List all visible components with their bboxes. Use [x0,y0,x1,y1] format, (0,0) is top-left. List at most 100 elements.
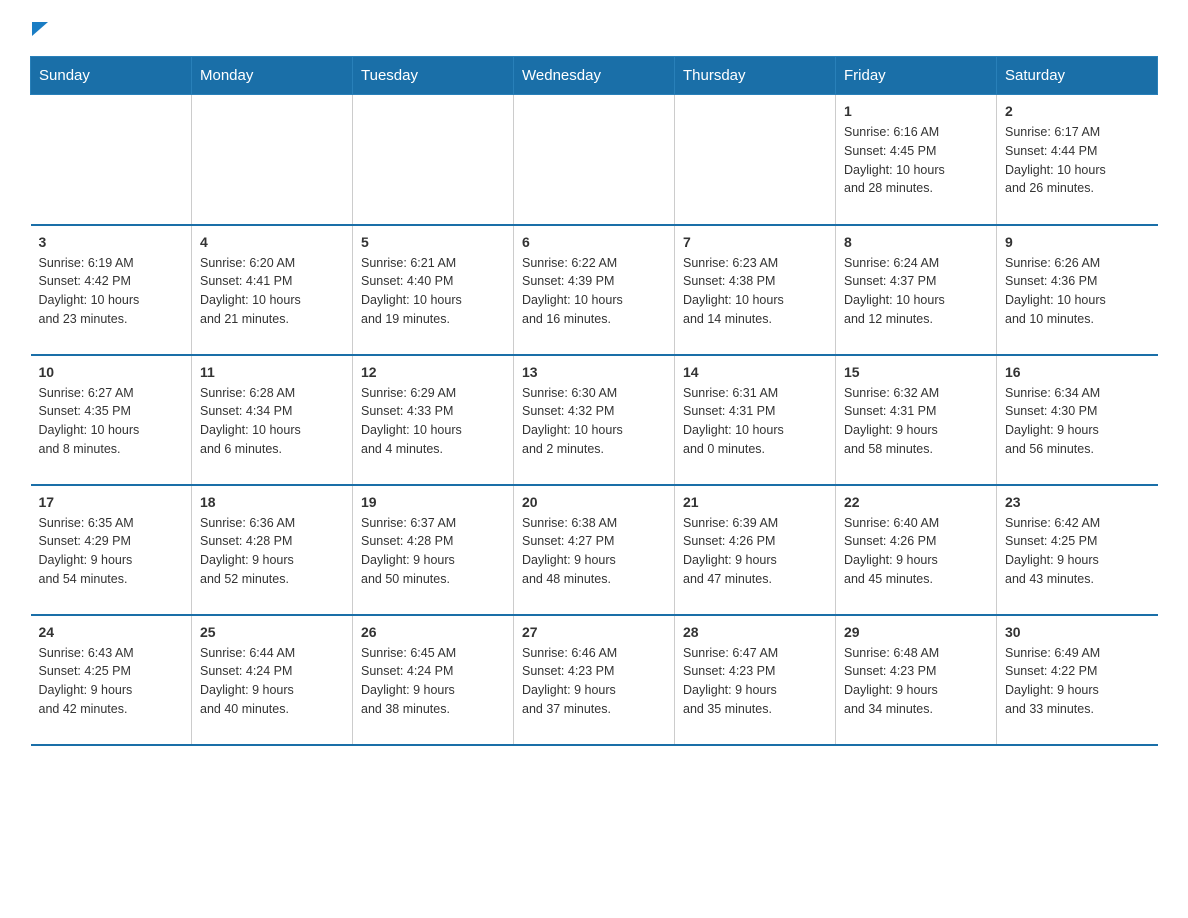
day-number: 18 [200,494,344,510]
day-number: 11 [200,364,344,380]
day-info: Sunrise: 6:19 AM Sunset: 4:42 PM Dayligh… [39,254,184,329]
calendar-cell: 21 Sunrise: 6:39 AM Sunset: 4:26 PM Dayli… [675,485,836,615]
calendar-cell: 20 Sunrise: 6:38 AM Sunset: 4:27 PM Dayli… [514,485,675,615]
calendar-cell: 17 Sunrise: 6:35 AM Sunset: 4:29 PM Dayli… [31,485,192,615]
calendar-cell [353,95,514,225]
calendar-cell: 24 Sunrise: 6:43 AM Sunset: 4:25 PM Dayli… [31,615,192,745]
calendar-cell [31,95,192,225]
day-info: Sunrise: 6:36 AM Sunset: 4:28 PM Dayligh… [200,514,344,589]
day-number: 19 [361,494,505,510]
calendar-cell: 27 Sunrise: 6:46 AM Sunset: 4:23 PM Dayli… [514,615,675,745]
day-number: 25 [200,624,344,640]
day-number: 3 [39,234,184,250]
calendar-table: SundayMondayTuesdayWednesdayThursdayFrid… [30,56,1158,746]
calendar-cell: 5 Sunrise: 6:21 AM Sunset: 4:40 PM Daylig… [353,225,514,355]
col-header-monday: Monday [192,57,353,95]
day-number: 8 [844,234,988,250]
calendar-cell: 1 Sunrise: 6:16 AM Sunset: 4:45 PM Daylig… [836,95,997,225]
calendar-cell [675,95,836,225]
day-number: 1 [844,103,988,119]
calendar-cell: 25 Sunrise: 6:44 AM Sunset: 4:24 PM Dayli… [192,615,353,745]
calendar-cell: 11Sunrise: 6:28 AM Sunset: 4:34 PM Dayli… [192,355,353,485]
calendar-header-row: SundayMondayTuesdayWednesdayThursdayFrid… [31,57,1158,95]
calendar-cell: 10 Sunrise: 6:27 AM Sunset: 4:35 PM Dayli… [31,355,192,485]
day-info: Sunrise: 6:48 AM Sunset: 4:23 PM Dayligh… [844,644,988,719]
day-number: 27 [522,624,666,640]
day-info: Sunrise: 6:37 AM Sunset: 4:28 PM Dayligh… [361,514,505,589]
day-number: 13 [522,364,666,380]
day-info: Sunrise: 6:44 AM Sunset: 4:24 PM Dayligh… [200,644,344,719]
calendar-cell: 30Sunrise: 6:49 AM Sunset: 4:22 PM Dayli… [997,615,1158,745]
calendar-cell: 12 Sunrise: 6:29 AM Sunset: 4:33 PM Dayli… [353,355,514,485]
calendar-cell: 2Sunrise: 6:17 AM Sunset: 4:44 PM Daylig… [997,95,1158,225]
calendar-week-row: 17 Sunrise: 6:35 AM Sunset: 4:29 PM Dayli… [31,485,1158,615]
day-info: Sunrise: 6:46 AM Sunset: 4:23 PM Dayligh… [522,644,666,719]
day-number: 22 [844,494,988,510]
calendar-cell: 15 Sunrise: 6:32 AM Sunset: 4:31 PM Dayli… [836,355,997,485]
calendar-week-row: 3 Sunrise: 6:19 AM Sunset: 4:42 PM Daylig… [31,225,1158,355]
col-header-tuesday: Tuesday [353,57,514,95]
calendar-cell: 29 Sunrise: 6:48 AM Sunset: 4:23 PM Dayli… [836,615,997,745]
day-info: Sunrise: 6:35 AM Sunset: 4:29 PM Dayligh… [39,514,184,589]
day-info: Sunrise: 6:29 AM Sunset: 4:33 PM Dayligh… [361,384,505,459]
calendar-week-row: 24 Sunrise: 6:43 AM Sunset: 4:25 PM Dayli… [31,615,1158,745]
calendar-cell: 18 Sunrise: 6:36 AM Sunset: 4:28 PM Dayli… [192,485,353,615]
day-number: 23 [1005,494,1150,510]
calendar-cell: 23 Sunrise: 6:42 AM Sunset: 4:25 PM Dayli… [997,485,1158,615]
calendar-cell: 26Sunrise: 6:45 AM Sunset: 4:24 PM Dayli… [353,615,514,745]
calendar-cell: 7Sunrise: 6:23 AM Sunset: 4:38 PM Daylig… [675,225,836,355]
day-info: Sunrise: 6:38 AM Sunset: 4:27 PM Dayligh… [522,514,666,589]
day-number: 7 [683,234,827,250]
calendar-cell: 6 Sunrise: 6:22 AM Sunset: 4:39 PM Daylig… [514,225,675,355]
calendar-week-row: 1 Sunrise: 6:16 AM Sunset: 4:45 PM Daylig… [31,95,1158,225]
day-info: Sunrise: 6:39 AM Sunset: 4:26 PM Dayligh… [683,514,827,589]
calendar-cell: 28 Sunrise: 6:47 AM Sunset: 4:23 PM Dayli… [675,615,836,745]
calendar-cell: 14 Sunrise: 6:31 AM Sunset: 4:31 PM Dayli… [675,355,836,485]
calendar-cell: 9Sunrise: 6:26 AM Sunset: 4:36 PM Daylig… [997,225,1158,355]
day-info: Sunrise: 6:26 AM Sunset: 4:36 PM Dayligh… [1005,254,1150,329]
day-number: 20 [522,494,666,510]
day-info: Sunrise: 6:47 AM Sunset: 4:23 PM Dayligh… [683,644,827,719]
day-number: 17 [39,494,184,510]
day-number: 5 [361,234,505,250]
logo [30,20,48,36]
day-number: 28 [683,624,827,640]
day-info: Sunrise: 6:27 AM Sunset: 4:35 PM Dayligh… [39,384,184,459]
page-header [30,20,1158,36]
day-number: 21 [683,494,827,510]
col-header-wednesday: Wednesday [514,57,675,95]
day-info: Sunrise: 6:24 AM Sunset: 4:37 PM Dayligh… [844,254,988,329]
day-number: 12 [361,364,505,380]
calendar-cell [514,95,675,225]
day-info: Sunrise: 6:32 AM Sunset: 4:31 PM Dayligh… [844,384,988,459]
calendar-cell: 4 Sunrise: 6:20 AM Sunset: 4:41 PM Daylig… [192,225,353,355]
calendar-cell: 13Sunrise: 6:30 AM Sunset: 4:32 PM Dayli… [514,355,675,485]
col-header-saturday: Saturday [997,57,1158,95]
day-info: Sunrise: 6:16 AM Sunset: 4:45 PM Dayligh… [844,123,988,198]
day-info: Sunrise: 6:21 AM Sunset: 4:40 PM Dayligh… [361,254,505,329]
calendar-cell [192,95,353,225]
day-number: 29 [844,624,988,640]
day-info: Sunrise: 6:42 AM Sunset: 4:25 PM Dayligh… [1005,514,1150,589]
day-info: Sunrise: 6:49 AM Sunset: 4:22 PM Dayligh… [1005,644,1150,719]
day-number: 6 [522,234,666,250]
day-info: Sunrise: 6:31 AM Sunset: 4:31 PM Dayligh… [683,384,827,459]
calendar-cell: 8 Sunrise: 6:24 AM Sunset: 4:37 PM Daylig… [836,225,997,355]
day-info: Sunrise: 6:34 AM Sunset: 4:30 PM Dayligh… [1005,384,1150,459]
day-number: 15 [844,364,988,380]
day-number: 14 [683,364,827,380]
day-info: Sunrise: 6:40 AM Sunset: 4:26 PM Dayligh… [844,514,988,589]
day-info: Sunrise: 6:45 AM Sunset: 4:24 PM Dayligh… [361,644,505,719]
calendar-cell: 19 Sunrise: 6:37 AM Sunset: 4:28 PM Dayli… [353,485,514,615]
day-number: 24 [39,624,184,640]
day-info: Sunrise: 6:20 AM Sunset: 4:41 PM Dayligh… [200,254,344,329]
col-header-sunday: Sunday [31,57,192,95]
calendar-cell: 3 Sunrise: 6:19 AM Sunset: 4:42 PM Daylig… [31,225,192,355]
day-number: 10 [39,364,184,380]
day-info: Sunrise: 6:17 AM Sunset: 4:44 PM Dayligh… [1005,123,1150,198]
day-number: 4 [200,234,344,250]
day-info: Sunrise: 6:22 AM Sunset: 4:39 PM Dayligh… [522,254,666,329]
day-info: Sunrise: 6:43 AM Sunset: 4:25 PM Dayligh… [39,644,184,719]
day-number: 16 [1005,364,1150,380]
col-header-thursday: Thursday [675,57,836,95]
